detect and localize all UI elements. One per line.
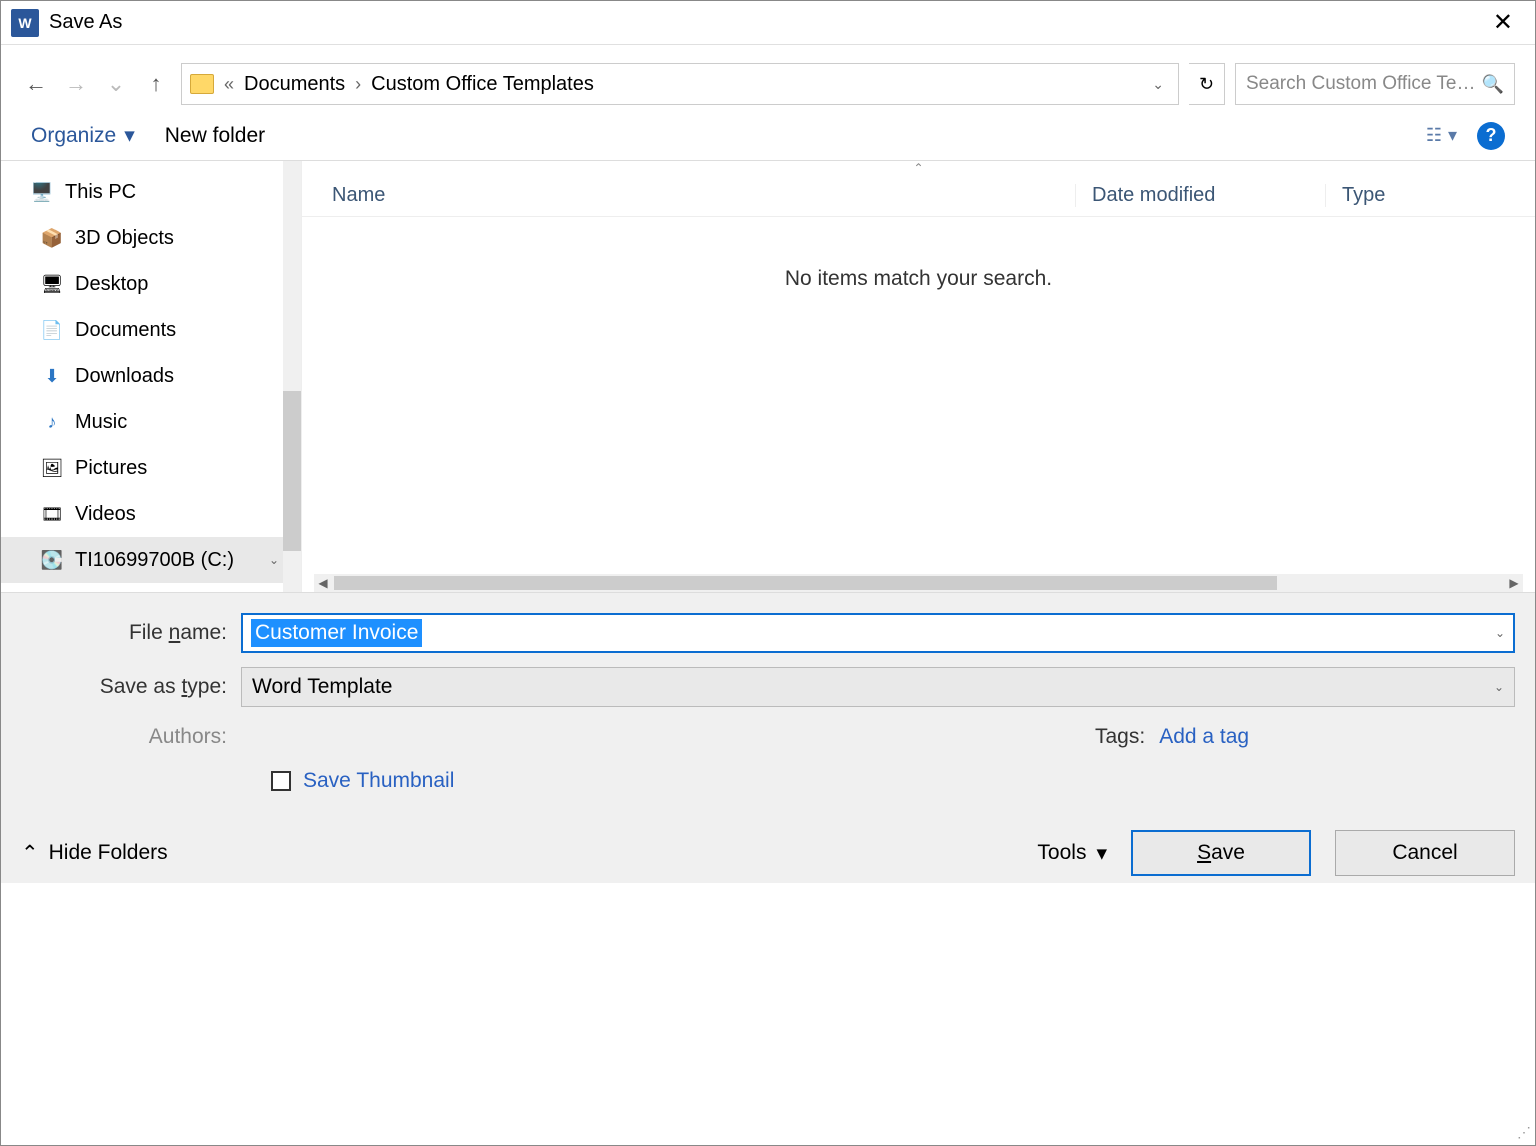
cube-icon: 📦 xyxy=(41,228,63,248)
collapse-caret-icon[interactable]: ⌃ xyxy=(302,161,1535,175)
tree-label: TI10699700B (C:) xyxy=(75,549,234,572)
tree-downloads[interactable]: ⬇ Downloads xyxy=(1,353,301,399)
tree-videos[interactable]: 🎞 Videos xyxy=(1,491,301,537)
refresh-button[interactable]: ↻ xyxy=(1189,63,1225,105)
tree-pictures[interactable]: 🖼 Pictures xyxy=(1,445,301,491)
word-icon: W xyxy=(11,9,39,37)
tree-drive-c[interactable]: 💽 TI10699700B (C:) ⌄ xyxy=(1,537,301,583)
window-title: Save As xyxy=(49,11,122,34)
breadcrumb-prefix: « xyxy=(220,74,238,95)
pictures-icon: 🖼 xyxy=(41,458,63,478)
tree-music[interactable]: ♪ Music xyxy=(1,399,301,445)
chevron-up-icon: ⌃ xyxy=(21,841,39,866)
chevron-down-icon[interactable]: ⌄ xyxy=(1495,626,1505,640)
breadcrumb-bar[interactable]: « Documents › Custom Office Templates ⌄ xyxy=(181,63,1179,105)
tree-label: Downloads xyxy=(75,365,174,388)
scroll-left-icon[interactable]: ◀ xyxy=(314,576,332,590)
toolbar-row: Organize ▾ New folder ☷ ▾ ? xyxy=(1,111,1535,161)
tree-this-pc[interactable]: 🖥️ This PC xyxy=(1,169,301,215)
save-as-type-dropdown[interactable]: Word Template ⌄ xyxy=(241,667,1515,707)
tools-dropdown[interactable]: Tools ▾ xyxy=(1037,841,1107,866)
main-area: 🖥️ This PC 📦 3D Objects 🖥 Desktop 📄 Documen… xyxy=(1,161,1535,593)
file-name-value: Customer Invoice xyxy=(251,619,422,647)
hide-folders-button[interactable]: ⌃ Hide Folders xyxy=(21,841,168,866)
chevron-down-icon: ▾ xyxy=(1096,841,1107,866)
tree-label: Documents xyxy=(75,319,176,342)
new-folder-button[interactable]: New folder xyxy=(165,124,265,148)
chevron-down-icon: ⌄ xyxy=(269,553,279,567)
video-icon: 🎞 xyxy=(41,504,63,524)
footer: ⌃ Hide Folders Tools ▾ Save Cancel xyxy=(1,823,1535,883)
up-button[interactable]: ↑ xyxy=(141,69,171,99)
column-type[interactable]: Type xyxy=(1325,184,1535,207)
organize-button[interactable]: Organize ▾ xyxy=(31,123,135,148)
forward-button[interactable]: → xyxy=(61,69,91,99)
tree-label: This PC xyxy=(65,181,136,204)
scroll-right-icon[interactable]: ▶ xyxy=(1505,576,1523,590)
form-area: File name: Customer Invoice ⌄ Save as ty… xyxy=(1,593,1535,823)
title-bar: W Save As ✕ xyxy=(1,1,1535,45)
breadcrumb-separator: › xyxy=(351,74,365,95)
search-input[interactable]: Search Custom Office Templa... 🔍 xyxy=(1235,63,1515,105)
column-name[interactable]: Name xyxy=(302,184,1075,207)
organize-label: Organize xyxy=(31,124,116,148)
column-date[interactable]: Date modified xyxy=(1075,184,1325,207)
tree-label: Desktop xyxy=(75,273,148,296)
desktop-icon: 🖥 xyxy=(41,274,63,294)
horizontal-scrollbar[interactable]: ◀ ▶ xyxy=(314,574,1523,592)
tree-label: Videos xyxy=(75,503,136,526)
chevron-down-icon: ▾ xyxy=(124,123,135,148)
tree-scrollbar-thumb[interactable] xyxy=(283,391,301,551)
recent-locations-button[interactable]: ⌄ xyxy=(101,69,131,99)
file-list: ⌃ Name Date modified Type No items match… xyxy=(301,161,1535,592)
tree-label: 3D Objects xyxy=(75,227,174,250)
resize-grip-icon[interactable]: ⋰ xyxy=(1517,1124,1531,1141)
music-icon: ♪ xyxy=(41,412,63,432)
tree-3d-objects[interactable]: 📦 3D Objects xyxy=(1,215,301,261)
cancel-button[interactable]: Cancel xyxy=(1335,830,1515,876)
view-icon: ☷ xyxy=(1426,125,1442,146)
file-name-label: File name: xyxy=(21,621,241,645)
tags-label: Tags: xyxy=(1095,725,1145,749)
chevron-down-icon: ▾ xyxy=(1448,125,1457,146)
view-options-button[interactable]: ☷ ▾ xyxy=(1426,125,1457,146)
tree-label: Music xyxy=(75,411,127,434)
back-button[interactable]: ← xyxy=(21,69,51,99)
breadcrumb-current[interactable]: Custom Office Templates xyxy=(371,73,594,96)
chevron-down-icon[interactable]: ⌄ xyxy=(1494,680,1504,694)
save-thumbnail-label[interactable]: Save Thumbnail xyxy=(303,769,454,793)
search-icon: 🔍 xyxy=(1482,74,1504,95)
drive-icon: 💽 xyxy=(41,550,63,570)
search-placeholder: Search Custom Office Templa... xyxy=(1246,73,1482,95)
download-icon: ⬇ xyxy=(41,366,63,386)
save-as-type-label: Save as type: xyxy=(21,675,241,699)
help-button[interactable]: ? xyxy=(1477,122,1505,150)
column-headers: Name Date modified Type xyxy=(302,175,1535,217)
authors-label: Authors: xyxy=(21,725,241,749)
folder-icon xyxy=(190,74,214,94)
hide-folders-label: Hide Folders xyxy=(49,841,168,865)
save-thumbnail-checkbox[interactable] xyxy=(271,771,291,791)
document-icon: 📄 xyxy=(41,320,63,340)
empty-message: No items match your search. xyxy=(302,267,1535,291)
pc-icon: 🖥️ xyxy=(31,182,53,202)
save-button[interactable]: Save xyxy=(1131,830,1311,876)
add-tag-link[interactable]: Add a tag xyxy=(1159,725,1249,749)
scroll-thumb[interactable] xyxy=(334,576,1277,590)
breadcrumb-documents[interactable]: Documents xyxy=(244,73,345,96)
tree-desktop[interactable]: 🖥 Desktop xyxy=(1,261,301,307)
address-bar-row: ← → ⌄ ↑ « Documents › Custom Office Temp… xyxy=(1,57,1535,111)
tree-documents[interactable]: 📄 Documents xyxy=(1,307,301,353)
file-name-input[interactable]: Customer Invoice ⌄ xyxy=(241,613,1515,653)
close-button[interactable]: ✕ xyxy=(1481,4,1525,41)
tree-label: Pictures xyxy=(75,457,147,480)
save-as-type-value: Word Template xyxy=(252,675,392,699)
navigation-tree: 🖥️ This PC 📦 3D Objects 🖥 Desktop 📄 Documen… xyxy=(1,161,301,592)
breadcrumb-dropdown[interactable]: ⌄ xyxy=(1152,76,1170,93)
